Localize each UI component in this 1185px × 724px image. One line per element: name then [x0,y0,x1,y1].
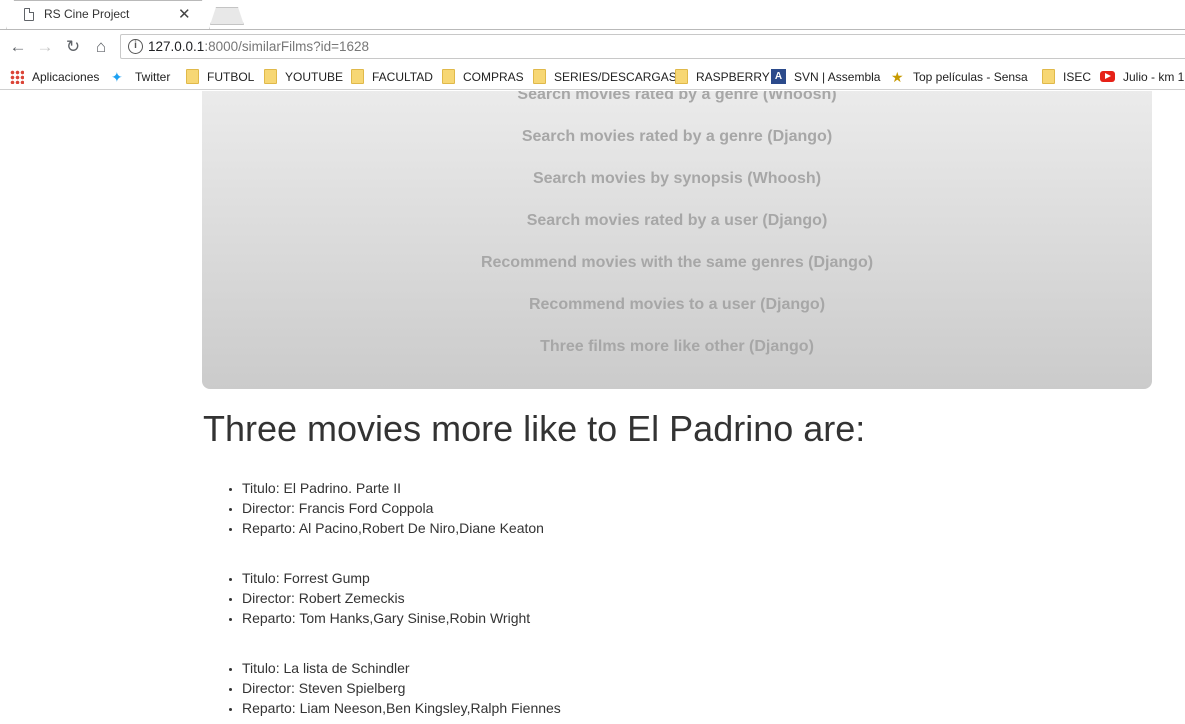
forward-arrow-icon[interactable]: → [33,35,57,59]
film-list: Titulo: El Padrino. Parte II Director: F… [242,478,544,538]
menu-link-user-django[interactable]: Search movies rated by a user (Django) [202,212,1152,230]
close-icon[interactable]: ✕ [178,5,191,23]
toolbar: ← → ↻ ⌂ i 127.0.0.1:8000/similarFilms?id… [0,30,1185,64]
bookmark-top-peliculas[interactable]: ★ Top películas - Sensa [891,68,1028,86]
apps-icon [10,69,24,84]
film-cast: Reparto: Liam Neeson,Ben Kingsley,Ralph … [242,698,561,718]
film-director: Director: Robert Zemeckis [242,588,530,608]
bookmark-label: Aplicaciones [32,70,100,84]
bookmark-raspberry[interactable]: RASPBERRY [675,68,770,86]
reload-icon[interactable]: ↻ [61,35,85,59]
film-director: Director: Steven Spielberg [242,678,561,698]
bookmark-svn-assembla[interactable]: A SVN | Assembla [771,68,880,86]
film-cast: Reparto: Al Pacino,Robert De Niro,Diane … [242,518,544,538]
folder-icon [1042,69,1055,85]
page-viewport: Search movies rated by a genre (Whoosh) … [0,91,1185,724]
bookmark-compras[interactable]: COMPRAS [442,68,524,86]
bookmark-label: RASPBERRY [696,70,770,84]
bookmark-julio[interactable]: Julio - km 1 [1100,68,1184,86]
menu-link-genre-django[interactable]: Search movies rated by a genre (Django) [202,128,1152,146]
info-icon[interactable]: i [128,39,143,54]
menu-link-similar-films[interactable]: Three films more like other (Django) [202,338,1152,356]
tab-bar: RS Cine Project ✕ [0,0,1185,30]
bookmark-youtube[interactable]: YOUTUBE [264,68,343,86]
star-icon: ★ [891,68,904,85]
page-icon [24,8,34,21]
bookmark-label: Twitter [135,70,171,84]
menu-link-same-genres[interactable]: Recommend movies with the same genres (D… [202,254,1152,272]
folder-icon [186,69,199,85]
folder-icon [264,69,277,85]
folder-icon [442,69,455,85]
nav-menu-panel: Search movies rated by a genre (Whoosh) … [202,91,1152,389]
bookmark-label: Top películas - Sensa [913,70,1028,84]
bookmark-isec[interactable]: ISEC [1042,68,1091,86]
film-list: Titulo: Forrest Gump Director: Robert Ze… [242,568,530,628]
tab-content[interactable]: RS Cine Project ✕ [20,0,200,30]
svn-icon: A [771,69,786,85]
bookmark-aplicaciones[interactable]: Aplicaciones [10,68,99,86]
menu-link-recommend-user[interactable]: Recommend movies to a user (Django) [202,296,1152,314]
film-list: Titulo: La lista de Schindler Director: … [242,658,561,718]
new-tab-button[interactable] [210,7,244,25]
film-director: Director: Francis Ford Coppola [242,498,544,518]
bookmark-label: YOUTUBE [285,70,344,84]
twitter-icon: ✦ [111,68,123,85]
bookmark-label: SVN | Assembla [794,70,881,84]
film-title: Titulo: La lista de Schindler [242,658,561,678]
bookmark-futbol[interactable]: FUTBOL [186,68,254,86]
folder-icon [351,69,364,85]
folder-icon [675,69,688,85]
url-path: :8000/similarFilms?id=1628 [204,39,370,54]
bookmark-label: FACULTAD [372,70,433,84]
youtube-icon [1100,71,1115,83]
film-title: Titulo: El Padrino. Parte II [242,478,544,498]
bookmark-label: COMPRAS [463,70,524,84]
menu-link-synopsis-whoosh[interactable]: Search movies by synopsis (Whoosh) [202,170,1152,188]
film-title: Titulo: Forrest Gump [242,568,530,588]
back-arrow-icon[interactable]: ← [6,35,30,59]
bookmark-label: Julio - km 1 [1123,70,1185,84]
folder-icon [533,69,546,85]
bookmarks-bar: Aplicaciones ✦ Twitter FUTBOL YOUTUBE FAC… [0,64,1185,90]
film-cast: Reparto: Tom Hanks,Gary Sinise,Robin Wri… [242,608,530,628]
home-icon[interactable]: ⌂ [89,35,113,59]
bookmark-twitter[interactable]: ✦ Twitter [111,68,170,86]
bookmark-label: ISEC [1063,70,1092,84]
bookmark-facultad[interactable]: FACULTAD [351,68,433,86]
menu-link-genre-whoosh[interactable]: Search movies rated by a genre (Whoosh) [202,91,1152,104]
bookmark-series-descargas[interactable]: SERIES/DESCARGAS [533,68,677,86]
bookmark-label: FUTBOL [207,70,255,84]
url-host: 127.0.0.1 [148,39,205,54]
bookmark-label: SERIES/DESCARGAS [554,70,677,84]
page-title: Three movies more like to El Padrino are… [203,408,866,449]
address-bar[interactable]: i 127.0.0.1:8000/similarFilms?id=1628 [120,34,1185,59]
tab-title: RS Cine Project [44,7,130,21]
url-text[interactable]: 127.0.0.1:8000/similarFilms?id=1628 [148,39,369,54]
